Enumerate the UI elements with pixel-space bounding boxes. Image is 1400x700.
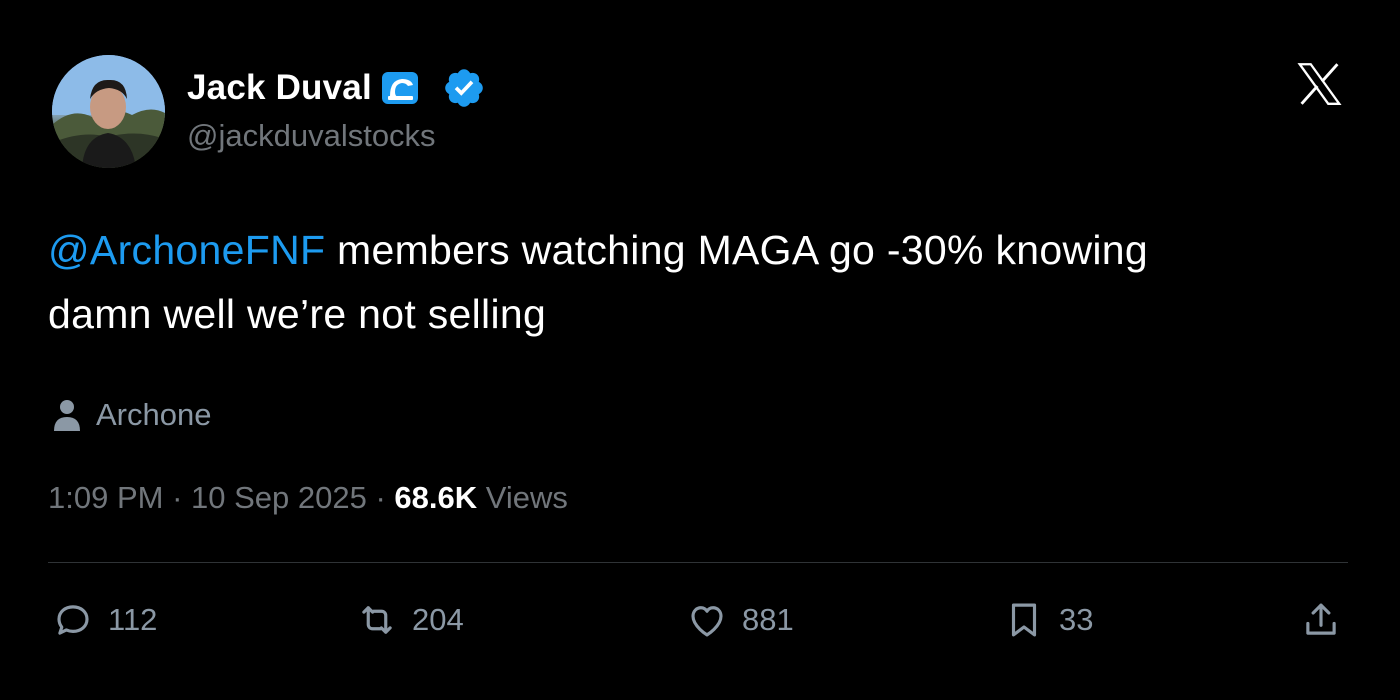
- like-count: 881: [742, 602, 794, 637]
- affiliate-badge-icon[interactable]: [380, 68, 420, 108]
- repost-count: 204: [412, 602, 464, 637]
- bookmark-icon: [1011, 603, 1037, 637]
- share-button[interactable]: [1300, 592, 1342, 648]
- heart-icon: [691, 606, 723, 637]
- avatar[interactable]: [52, 55, 165, 168]
- repost-icon: [362, 606, 392, 634]
- bookmark-count: 33: [1059, 602, 1094, 637]
- repost-button[interactable]: 204: [356, 592, 464, 648]
- person-icon: [54, 400, 80, 431]
- divider: [48, 562, 1348, 563]
- views-label: Views: [477, 480, 568, 515]
- tweet-time[interactable]: 1:09 PM: [48, 480, 163, 515]
- tweet-text: @ArchoneFNF members watching MAGA go -30…: [48, 218, 1348, 346]
- x-logo-icon: [1297, 63, 1342, 105]
- reply-icon: [57, 605, 89, 635]
- author-name-row: Jack Duval: [187, 66, 486, 110]
- author-display-name[interactable]: Jack Duval: [187, 68, 372, 108]
- tweet-meta: 1:09 PM · 10 Sep 2025 · 68.6K Views: [48, 480, 568, 516]
- meta-separator: ·: [163, 480, 192, 515]
- tweet-card: Jack Duval @jackduvalstocks @ArchoneFNF …: [0, 0, 1400, 700]
- tweet-mention-link[interactable]: @ArchoneFNF: [48, 227, 325, 273]
- reply-button[interactable]: 112: [52, 592, 157, 648]
- tweet-date[interactable]: 10 Sep 2025: [191, 480, 367, 515]
- avatar-image: [52, 55, 165, 168]
- views-count: 68.6K: [394, 480, 478, 515]
- reply-count: 112: [108, 602, 158, 637]
- meta-separator: ·: [366, 480, 395, 515]
- tweet-text-line1: members watching MAGA go -30% knowing: [325, 227, 1148, 273]
- share-icon: [1306, 603, 1336, 635]
- verified-badge-icon[interactable]: [442, 66, 486, 110]
- community-name[interactable]: Archone: [96, 397, 211, 433]
- bookmark-button[interactable]: 33: [1003, 592, 1093, 648]
- tweet-text-line2: damn well we’re not selling: [48, 291, 547, 337]
- action-bar: 112 204 881 33: [0, 592, 1400, 652]
- community-tag[interactable]: Archone: [52, 397, 211, 433]
- like-button[interactable]: 881: [686, 592, 794, 648]
- author-handle[interactable]: @jackduvalstocks: [187, 118, 436, 154]
